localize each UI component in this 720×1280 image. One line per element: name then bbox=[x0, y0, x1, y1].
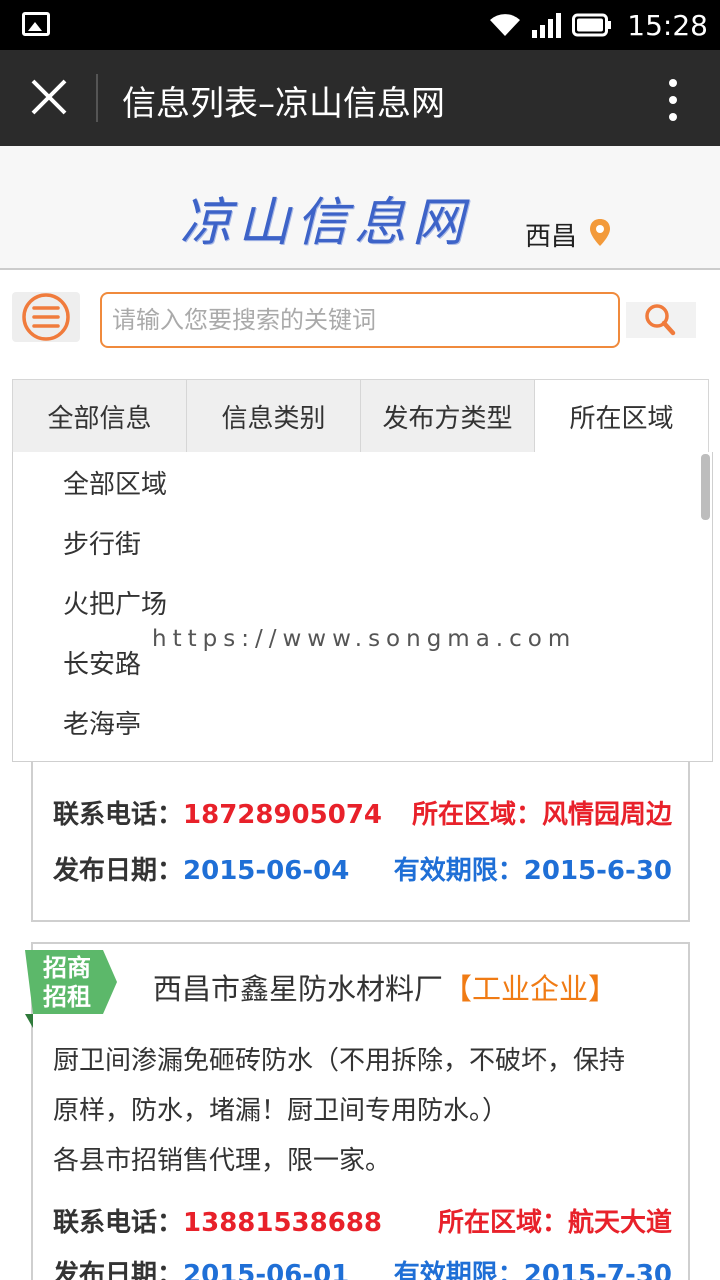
tab-region[interactable]: 所在区域 bbox=[535, 380, 708, 452]
search-input[interactable] bbox=[102, 294, 618, 346]
dropdown-item-all-regions[interactable]: 全部区域 bbox=[63, 464, 167, 501]
region-label: 所在区域： bbox=[411, 800, 542, 830]
expiry-value: 2015-7-30 bbox=[523, 1260, 672, 1280]
status-icons bbox=[488, 10, 612, 40]
date-row: 发布日期：2015-06-04 bbox=[53, 850, 349, 887]
region-value: 航天大道 bbox=[567, 1208, 672, 1238]
date-row: 发布日期：2015-06-01 bbox=[53, 1254, 349, 1280]
page-title: 信息列表–凉山信息网 bbox=[122, 84, 445, 124]
region-value: 风情园周边 bbox=[541, 800, 672, 830]
site-header: 凉山信息网 西昌 bbox=[0, 146, 720, 270]
gallery-icon bbox=[22, 12, 50, 36]
listing-desc-line: 原样，防水，堵漏！厨卫间专用防水。） bbox=[53, 1096, 509, 1126]
tab-info-category[interactable]: 信息类别 bbox=[187, 380, 361, 452]
tab-publisher-type[interactable]: 发布方类型 bbox=[361, 380, 535, 452]
expiry-row: 有效期限：2015-7-30 bbox=[394, 1254, 672, 1280]
dropdown-item-changan-road[interactable]: 长安路 bbox=[63, 644, 141, 681]
dropdown-scrollbar[interactable] bbox=[701, 454, 710, 520]
date-label: 发布日期： bbox=[53, 856, 184, 886]
watermark: https://www.songma.com bbox=[152, 626, 577, 652]
region-row: 所在区域：航天大道 bbox=[438, 1202, 672, 1239]
listing-card[interactable]: 招商招租 西昌市鑫星防水材料厂【工业企业】 厨卫间渗漏免砸砖防水（不用拆除，不破… bbox=[25, 942, 690, 1280]
phone-row: 联系电话：18728905074 bbox=[53, 794, 382, 831]
region-label: 所在区域： bbox=[437, 1208, 568, 1238]
expiry-row: 有效期限：2015-6-30 bbox=[394, 850, 672, 887]
region-row: 所在区域：风情园周边 bbox=[412, 794, 672, 831]
tab-all-info[interactable]: 全部信息 bbox=[13, 380, 187, 452]
listing-desc-line: 厨卫间渗漏免砸砖防水（不用拆除，不破坏，保持 bbox=[53, 1046, 626, 1076]
listing-title[interactable]: 西昌市鑫星防水材料厂 bbox=[153, 972, 443, 1006]
expiry-label: 有效期限： bbox=[393, 856, 524, 886]
wifi-icon bbox=[490, 14, 520, 36]
listing-desc-line: 各县市招销售代理，限一家。 bbox=[53, 1146, 392, 1176]
app-bar: 信息列表–凉山信息网 bbox=[0, 50, 720, 146]
search-icon bbox=[645, 304, 676, 336]
dropdown-item-pedestrian-street[interactable]: 步行街 bbox=[63, 524, 141, 561]
app-bar-divider bbox=[96, 74, 98, 122]
date-value: 2015-06-01 bbox=[183, 1260, 350, 1280]
ribbon-text: 招商招租 bbox=[43, 954, 91, 1011]
search-box bbox=[100, 292, 620, 348]
dropdown-item-torch-square[interactable]: 火把广场 bbox=[63, 584, 167, 621]
listing-category[interactable]: 【工业企业】 bbox=[443, 972, 617, 1006]
battery-icon bbox=[572, 13, 611, 37]
signal-icon bbox=[532, 13, 561, 38]
menu-icon bbox=[22, 293, 70, 341]
menu-button[interactable] bbox=[12, 292, 80, 342]
location-pin-icon[interactable] bbox=[588, 218, 612, 248]
close-icon[interactable] bbox=[28, 76, 70, 118]
region-dropdown: 全部区域 步行街 火把广场 长安路 老海亭 bbox=[12, 452, 713, 762]
date-label: 发布日期： bbox=[53, 1260, 184, 1280]
listing-title-row: 西昌市鑫星防水材料厂【工业企业】 bbox=[153, 966, 617, 1008]
site-logo[interactable]: 凉山信息网 bbox=[180, 180, 470, 255]
date-value: 2015-06-04 bbox=[183, 856, 350, 886]
phone-number[interactable]: 18728905074 bbox=[183, 800, 382, 830]
dropdown-item-laohaiting[interactable]: 老海亭 bbox=[63, 704, 141, 741]
status-time: 15:28 bbox=[627, 9, 708, 42]
expiry-label: 有效期限： bbox=[393, 1260, 524, 1280]
filter-tabs: 全部信息 信息类别 发布方类型 所在区域 bbox=[12, 379, 709, 453]
more-vert-icon[interactable] bbox=[668, 78, 678, 122]
expiry-value: 2015-6-30 bbox=[523, 856, 672, 886]
phone-number[interactable]: 13881538688 bbox=[183, 1208, 382, 1238]
search-button[interactable] bbox=[626, 302, 696, 338]
phone-label: 联系电话： bbox=[53, 800, 184, 830]
phone-row: 联系电话：13881538688 bbox=[53, 1202, 382, 1239]
city-selector[interactable]: 西昌 bbox=[525, 216, 577, 253]
phone-label: 联系电话： bbox=[53, 1208, 184, 1238]
status-bar: 15:28 bbox=[0, 0, 720, 50]
